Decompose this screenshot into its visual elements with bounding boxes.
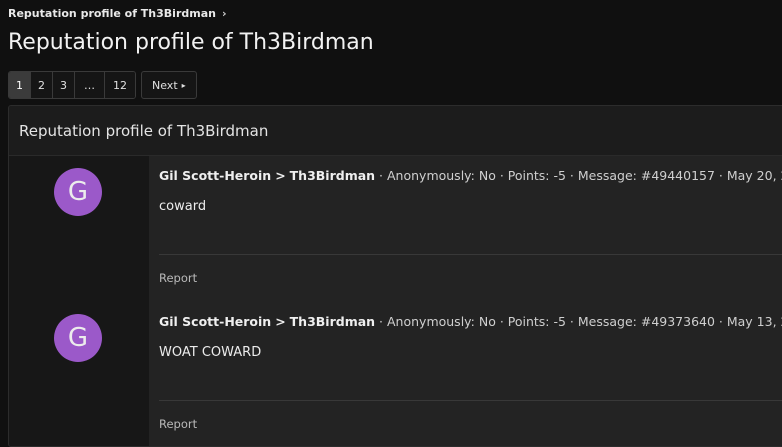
item-content: Gil Scott-Heroin > Th3Birdman · Anonymou… <box>149 302 782 446</box>
item-details: · Anonymously: No · Points: -5 · Message… <box>375 314 782 329</box>
breadcrumb-link[interactable]: Reputation profile of Th3Birdman <box>8 7 216 20</box>
divider <box>159 254 782 255</box>
page-2-button[interactable]: 2 <box>31 72 53 98</box>
page-1-button[interactable]: 1 <box>9 72 31 98</box>
reputation-item: G Gil Scott-Heroin > Th3Birdman · Anonym… <box>9 156 782 302</box>
page-12-button[interactable]: 12 <box>105 72 135 98</box>
divider <box>159 400 782 401</box>
item-user-cell: G <box>9 302 149 446</box>
reputation-block: Reputation profile of Th3Birdman G Gil S… <box>8 105 782 447</box>
block-header: Reputation profile of Th3Birdman <box>9 106 782 156</box>
report-link[interactable]: Report <box>159 271 197 285</box>
arrow-separator: > <box>275 168 286 183</box>
item-content: Gil Scott-Heroin > Th3Birdman · Anonymou… <box>149 156 782 302</box>
from-user-link[interactable]: Gil Scott-Heroin <box>159 314 271 329</box>
item-details: · Anonymously: No · Points: -5 · Message… <box>375 168 782 183</box>
to-user-link[interactable]: Th3Birdman <box>290 168 375 183</box>
page-jump-button[interactable]: … <box>75 72 105 98</box>
avatar[interactable]: G <box>54 314 102 362</box>
page-title: Reputation profile of Th3Birdman <box>8 30 374 55</box>
page-3-button[interactable]: 3 <box>53 72 75 98</box>
avatar[interactable]: G <box>54 168 102 216</box>
caret-right-icon: ▸ <box>181 80 186 90</box>
page-number-group: 1 2 3 … 12 <box>8 71 136 99</box>
item-meta: Gil Scott-Heroin > Th3Birdman · Anonymou… <box>159 314 782 329</box>
arrow-separator: > <box>275 314 286 329</box>
breadcrumb: Reputation profile of Th3Birdman › <box>8 7 227 20</box>
item-message: WOAT COWARD <box>159 345 262 360</box>
chevron-right-icon: › <box>221 7 227 20</box>
item-user-cell: G <box>9 156 149 302</box>
item-message: coward <box>159 199 207 214</box>
reputation-item: G Gil Scott-Heroin > Th3Birdman · Anonym… <box>9 302 782 446</box>
from-user-link[interactable]: Gil Scott-Heroin <box>159 168 271 183</box>
next-label: Next <box>152 78 178 92</box>
pagination: 1 2 3 … 12 Next ▸ <box>8 71 197 99</box>
report-link[interactable]: Report <box>159 417 197 431</box>
to-user-link[interactable]: Th3Birdman <box>290 314 375 329</box>
next-page-button[interactable]: Next ▸ <box>141 71 197 99</box>
item-meta: Gil Scott-Heroin > Th3Birdman · Anonymou… <box>159 168 782 183</box>
